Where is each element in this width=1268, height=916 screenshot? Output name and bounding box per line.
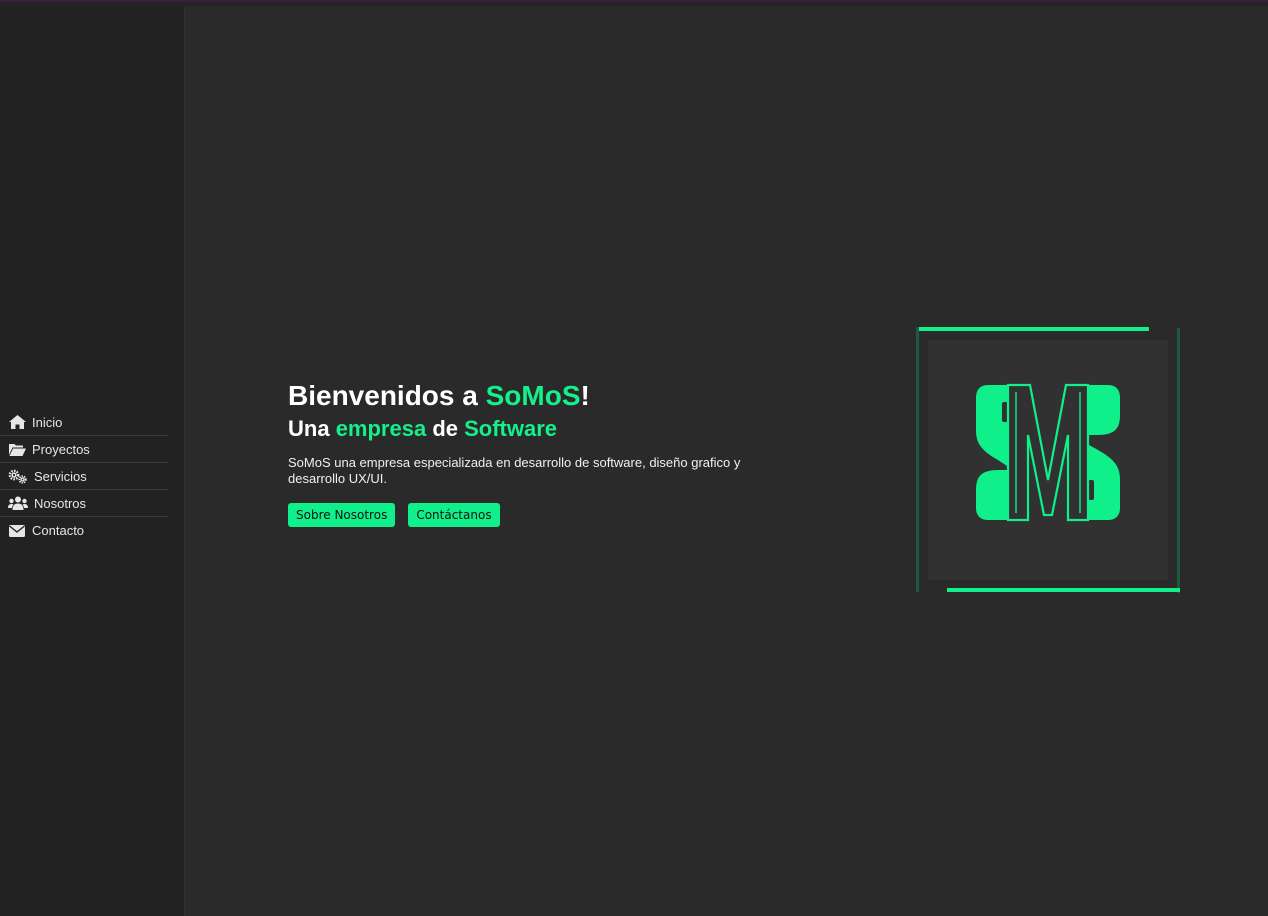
frame-top-bar: [916, 327, 1149, 331]
sidebar-item-nosotros[interactable]: Nosotros: [0, 490, 168, 517]
frame-bottom-bar: [947, 588, 1180, 592]
top-border: [0, 0, 1268, 6]
hero-title: Bienvenidos a SoMoS!: [288, 380, 590, 411]
sidebar-item-label: Contacto: [32, 523, 85, 538]
brand-name: SoMoS: [485, 380, 581, 411]
hero-subtitle: Una empresa de Software: [288, 416, 558, 441]
users-icon: [8, 496, 28, 510]
logo-box: [928, 340, 1168, 580]
about-button[interactable]: Sobre Nosotros: [288, 503, 396, 527]
sidebar: Inicio Proyectos Servicios Nosotros Cont…: [0, 6, 185, 916]
sidebar-item-label: Proyectos: [32, 441, 90, 457]
hero-section: Bienvenidos a SoMoS! Una empresa de Soft…: [288, 378, 828, 527]
sidebar-item-label: Inicio: [32, 414, 63, 430]
sidebar-item-inicio[interactable]: Inicio: [0, 409, 168, 436]
gears-icon: [8, 469, 28, 484]
frame-right-bar: [1177, 328, 1180, 593]
hero-description: SoMoS una empresa especializada en desar…: [288, 455, 741, 486]
home-icon: [8, 415, 26, 429]
contact-button[interactable]: Contáctanos: [408, 503, 500, 527]
somos-logo-icon: [976, 383, 1120, 522]
envelope-icon: [8, 524, 26, 538]
sidebar-item-contacto[interactable]: Contacto: [0, 517, 168, 544]
sidebar-item-servicios[interactable]: Servicios: [0, 463, 168, 490]
frame-left-bar: [916, 327, 919, 592]
folder-open-icon: [8, 442, 26, 456]
sidebar-item-label: Nosotros: [34, 495, 87, 511]
sidebar-item-label: Servicios: [34, 468, 87, 484]
sidebar-nav: Inicio Proyectos Servicios Nosotros Cont…: [0, 409, 168, 544]
sidebar-item-proyectos[interactable]: Proyectos: [0, 436, 168, 463]
logo-frame: [915, 327, 1181, 593]
hero-buttons: Sobre Nosotros Contáctanos: [288, 503, 828, 527]
